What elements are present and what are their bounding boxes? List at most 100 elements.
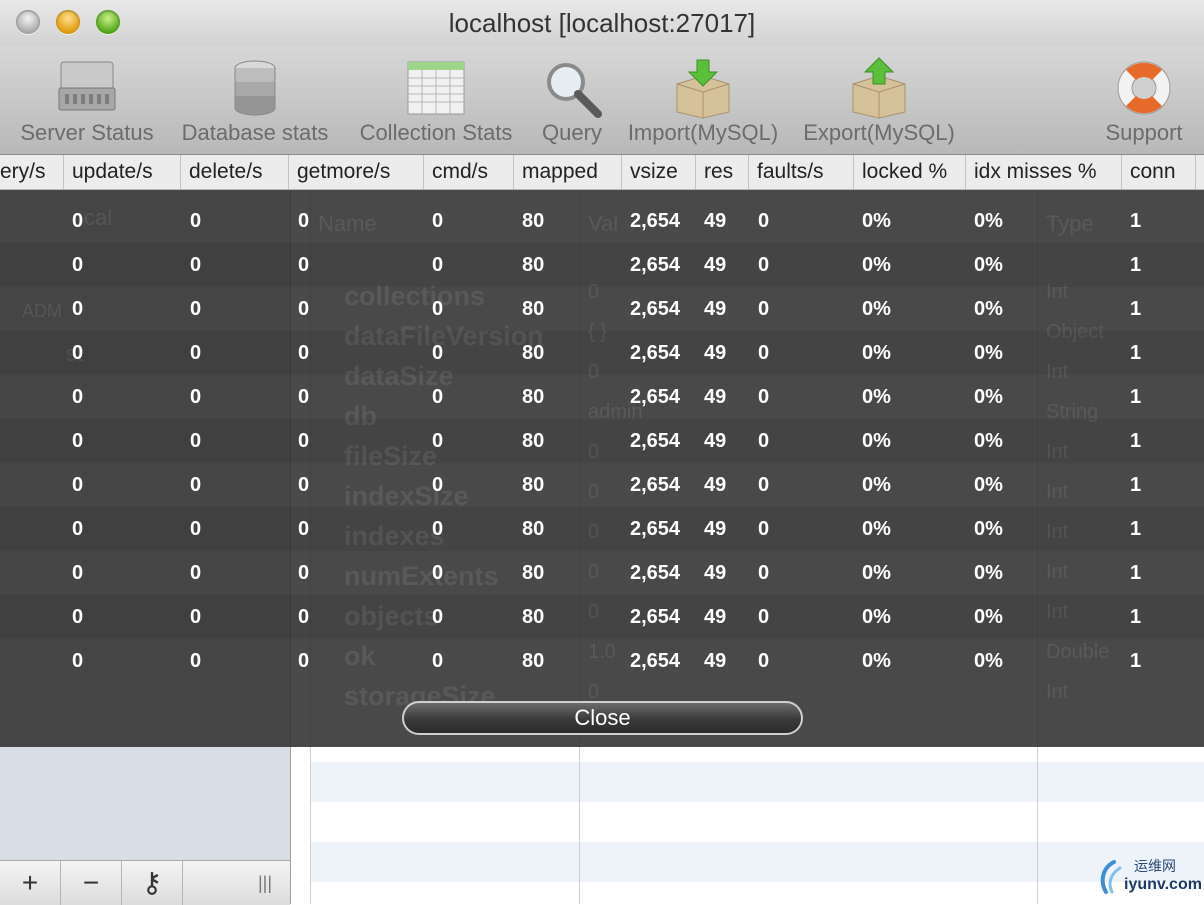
table-cell: 0%: [974, 562, 1003, 584]
table-cell: 0: [298, 254, 310, 276]
table-cell: 1: [1130, 210, 1142, 232]
table-cell: 0: [190, 342, 202, 364]
key-button[interactable]: ⚷: [122, 861, 183, 905]
query-button[interactable]: Query: [532, 46, 612, 154]
table-cell: 0: [190, 650, 202, 672]
table-cell: 0: [758, 430, 770, 452]
table-cell: 0: [432, 562, 444, 584]
table-cell: 80: [522, 606, 545, 628]
table-cell: 0: [72, 650, 84, 672]
remove-button[interactable]: −: [61, 861, 122, 905]
table-cell: 0: [72, 342, 84, 364]
column-header-conn[interactable]: conn: [1122, 155, 1196, 189]
title-bar: localhost [localhost:27017]: [0, 0, 1204, 46]
support-button[interactable]: Support: [1094, 46, 1194, 154]
table-cell: 49: [704, 650, 727, 672]
table-cell: 1: [1130, 254, 1142, 276]
table-cell: 49: [704, 430, 727, 452]
table-cell: 2,654: [630, 650, 681, 672]
table-cell: 0: [190, 606, 202, 628]
table-cell: 49: [704, 210, 727, 232]
table-row: 0 0 0 0 80 2,654 49 0 0% 0% 1: [0, 199, 1204, 243]
table-cell: 0: [190, 518, 202, 540]
server-status-button[interactable]: Server Status: [12, 46, 162, 154]
table-cell: 2,654: [630, 562, 681, 584]
column-header-cmd-s[interactable]: cmd/s: [424, 155, 514, 189]
collection-stats-label: Collection Stats: [359, 120, 513, 145]
magnifier-icon: [547, 63, 602, 118]
table-cell: 0%: [862, 298, 891, 320]
table-row: 0 0 0 0 80 2,654 49 0 0% 0% 1: [0, 463, 1204, 507]
column-header-res[interactable]: res: [696, 155, 749, 189]
ghost-cell: Int: [1046, 681, 1069, 703]
table-cell: 0%: [862, 474, 891, 496]
database-icon: [234, 60, 276, 116]
resize-grip[interactable]: |||: [240, 861, 290, 905]
table-cell: 0%: [974, 342, 1003, 364]
table-row: 0 0 0 0 80 2,654 49 0 0% 0% 1: [0, 419, 1204, 463]
table-cell: 0: [432, 386, 444, 408]
table-cell: 0: [432, 342, 444, 364]
table-cell: 2,654: [630, 210, 681, 232]
table-cell: 80: [522, 518, 545, 540]
table-cell: 80: [522, 210, 545, 232]
column-header-update-s[interactable]: update/s: [64, 155, 181, 189]
column-header-faults-s[interactable]: faults/s: [749, 155, 854, 189]
table-cell: 0: [758, 650, 770, 672]
import-mysql-label: Import(MySQL): [627, 120, 779, 145]
table-cell: 2,654: [630, 386, 681, 408]
table-cell: 0%: [862, 650, 891, 672]
table-row: 0 0 0 0 80 2,654 49 0 0% 0% 1: [0, 375, 1204, 419]
table-cell: 0%: [862, 210, 891, 232]
table-cell: 49: [704, 298, 727, 320]
column-header-mapped[interactable]: mapped: [514, 155, 622, 189]
table-cell: 80: [522, 298, 545, 320]
table-cell: 0: [758, 342, 770, 364]
table-cell: 0%: [974, 650, 1003, 672]
table-cell: 0: [758, 298, 770, 320]
import-mysql-button[interactable]: Import(MySQL): [620, 46, 786, 154]
close-button[interactable]: Close: [402, 701, 803, 735]
table-cell: 0: [432, 606, 444, 628]
table-cell: 0: [758, 518, 770, 540]
server-status-label: Server Status: [20, 120, 154, 145]
table-cell: 1: [1130, 342, 1142, 364]
table-icon: [407, 61, 465, 115]
column-header-locked[interactable]: locked %: [854, 155, 966, 189]
collection-stats-button[interactable]: Collection Stats: [350, 46, 522, 154]
table-cell: 0: [72, 474, 84, 496]
table-cell: 0%: [862, 562, 891, 584]
column-header-ery-s[interactable]: ery/s: [0, 155, 64, 189]
table-cell: 0: [758, 210, 770, 232]
table-cell: 2,654: [630, 298, 681, 320]
table-cell: 1: [1130, 386, 1142, 408]
table-cell: 0: [298, 562, 310, 584]
table-cell: 80: [522, 254, 545, 276]
table-cell: 1: [1130, 518, 1142, 540]
table-cell: 0: [758, 562, 770, 584]
table-cell: 0: [72, 298, 84, 320]
column-header-idx-misses[interactable]: idx misses %: [966, 155, 1122, 189]
table-cell: 1: [1130, 298, 1142, 320]
table-cell: 0%: [862, 518, 891, 540]
table-cell: 0%: [974, 254, 1003, 276]
database-stats-button[interactable]: Database stats: [172, 46, 338, 154]
table-cell: 0%: [974, 518, 1003, 540]
table-cell: 0: [432, 254, 444, 276]
table-cell: 49: [704, 562, 727, 584]
export-mysql-button[interactable]: Export(MySQL): [796, 46, 962, 154]
support-label: Support: [1105, 120, 1183, 145]
column-header-getmore-s[interactable]: getmore/s: [289, 155, 424, 189]
column-header-vsize[interactable]: vsize: [622, 155, 696, 189]
table-cell: 0: [72, 518, 84, 540]
table-cell: 0%: [862, 386, 891, 408]
watermark-bottom-text: iyunv.com: [1124, 876, 1202, 893]
table-row-stripe: [310, 842, 1204, 882]
table-cell: 1: [1130, 606, 1142, 628]
table-cell: 49: [704, 518, 727, 540]
column-header-delete-s[interactable]: delete/s: [181, 155, 289, 189]
table-cell: 0%: [974, 474, 1003, 496]
add-button[interactable]: +: [0, 861, 61, 905]
table-cell: 0: [190, 298, 202, 320]
table-cell: 2,654: [630, 518, 681, 540]
